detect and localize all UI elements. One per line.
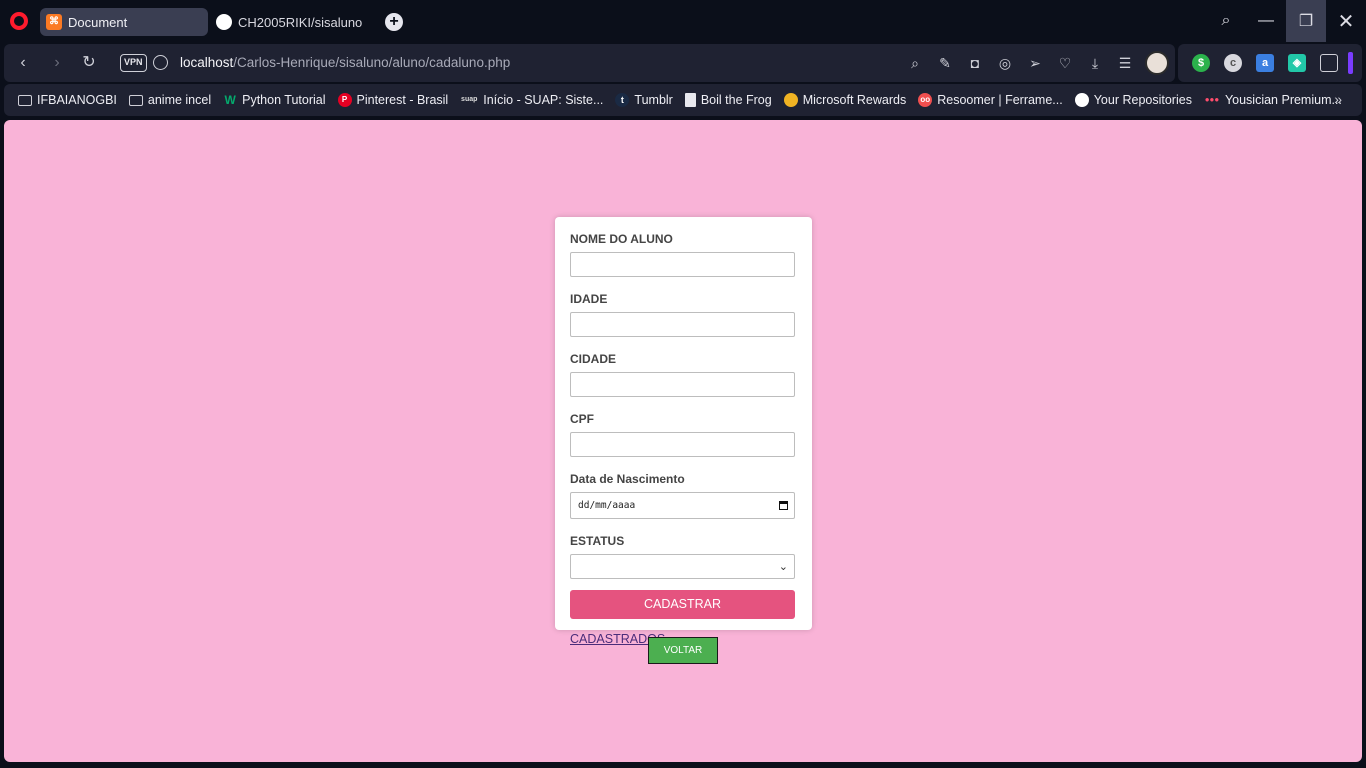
folder-icon: [128, 94, 143, 106]
folder-icon: [18, 94, 32, 106]
nascimento-label: Data de Nascimento: [570, 472, 685, 486]
suap-icon: suap: [461, 96, 478, 103]
bookmark-label: anime incel: [147, 93, 212, 107]
bookmark-your-repositories[interactable]: Your Repositories: [1074, 93, 1192, 107]
github-icon: [216, 14, 232, 30]
status-label: ESTATUS: [570, 534, 625, 548]
cube-extension-icon[interactable]: [1320, 54, 1338, 72]
bookmark-yousician[interactable]: ●●● Yousician Premium...: [1204, 93, 1342, 107]
pinterest-icon: P: [337, 93, 352, 107]
tab-sisaluno[interactable]: CH2005RIKI/sisaluno: [210, 8, 370, 36]
url-host: localhost: [180, 55, 234, 70]
chevron-down-icon: ⌄: [778, 561, 788, 573]
opera-menu-icon[interactable]: [10, 12, 28, 30]
search-page-icon[interactable]: ⌕: [905, 52, 925, 74]
restore-button[interactable]: ❐: [1286, 0, 1326, 42]
vpn-badge[interactable]: VPN: [120, 54, 147, 72]
bookmark-pinterest[interactable]: P Pinterest - Brasil: [337, 93, 449, 107]
cidade-input[interactable]: [570, 372, 795, 397]
send-icon[interactable]: ➢: [1025, 52, 1045, 74]
github-icon: [1074, 93, 1089, 107]
bookmark-label: Tumblr: [634, 93, 673, 107]
address-bar-row: ‹ › ↻ VPN localhost/Carlos-Henrique/sisa…: [4, 44, 1175, 82]
address-actions: ⌕ ✎ ◘ ◎ ➢ ♡ ⤓ ☰: [905, 51, 1169, 75]
status-select[interactable]: ⌄: [570, 554, 795, 579]
bookmark-label: Microsoft Rewards: [802, 93, 907, 107]
medal-icon: [783, 93, 798, 107]
sidebar-toggle[interactable]: [1348, 52, 1353, 74]
url-field[interactable]: localhost/Carlos-Henrique/sisaluno/aluno…: [180, 55, 510, 70]
green-extension-icon[interactable]: ◈: [1288, 54, 1306, 72]
more-bookmarks-icon[interactable]: »: [1334, 91, 1342, 107]
xampp-icon: ⌘: [46, 14, 62, 30]
tumblr-icon: t: [615, 93, 630, 107]
w3schools-icon: W: [224, 93, 236, 107]
tab-strip: ⌘ Document CH2005RIKI/sisaluno + ⌕ — ❐ ✕: [0, 0, 1366, 43]
nome-label: NOME DO ALUNO: [570, 232, 673, 246]
extensions-bar: $ c a ◈: [1178, 44, 1362, 82]
cpf-input[interactable]: [570, 432, 795, 457]
grey-extension-icon[interactable]: c: [1224, 54, 1242, 72]
bookmark-label: Python Tutorial: [242, 93, 326, 107]
bookmark-label: Your Repositories: [1093, 93, 1192, 107]
forward-arrow-icon[interactable]: ›: [46, 52, 68, 74]
url-path: /Carlos-Henrique/sisaluno/aluno/cadaluno…: [233, 55, 511, 70]
bookmark-label: Início - SUAP: Siste...: [483, 93, 604, 107]
yousician-icon: ●●●: [1204, 95, 1220, 104]
bookmarks-bar: IFBAIANOGBI anime incel W Python Tutorial…: [4, 84, 1362, 116]
nascimento-date-input[interactable]: dd/mm/aaaa: [570, 492, 795, 519]
bookmark-microsoft-rewards[interactable]: Microsoft Rewards: [783, 93, 907, 107]
tab-document[interactable]: ⌘ Document: [40, 8, 208, 36]
cidade-label: CIDADE: [570, 352, 617, 366]
bookmark-label: Yousician Premium...: [1224, 93, 1342, 107]
bookmark-resoomer[interactable]: oo Resoomer | Ferrame...: [918, 93, 1063, 107]
tab-search-icon[interactable]: ⌕: [1206, 0, 1246, 42]
calendar-icon[interactable]: [779, 501, 788, 510]
bookmark-boil-the-frog[interactable]: Boil the Frog: [684, 93, 772, 107]
shield-icon[interactable]: ◎: [995, 52, 1015, 74]
student-form: NOME DO ALUNO IDADE CIDADE CPF Data de N…: [555, 217, 812, 646]
bookmark-label: Resoomer | Ferrame...: [937, 93, 1063, 107]
idade-input[interactable]: [570, 312, 795, 337]
bookmark-label: Pinterest - Brasil: [356, 93, 449, 107]
back-arrow-icon[interactable]: ‹: [12, 52, 34, 74]
bookmark-suap[interactable]: suap Início - SUAP: Siste...: [460, 93, 603, 107]
nome-input[interactable]: [570, 252, 795, 277]
share-icon[interactable]: ✎: [935, 52, 955, 74]
document-icon: [684, 93, 696, 107]
tab-title: CH2005RIKI/sisaluno: [238, 14, 363, 30]
camera-icon[interactable]: ◘: [965, 52, 985, 74]
minimize-button[interactable]: —: [1246, 0, 1286, 42]
bookmark-label: IFBAIANOGBI: [37, 93, 117, 107]
bookmark-label: Boil the Frog: [700, 93, 772, 107]
bookmark-anime-incel[interactable]: anime incel: [128, 93, 212, 107]
easy-setup-icon[interactable]: ☰: [1115, 52, 1135, 74]
resoomer-icon: oo: [918, 93, 933, 107]
globe-icon[interactable]: [153, 55, 168, 70]
page-viewport: NOME DO ALUNO IDADE CIDADE CPF Data de N…: [4, 120, 1362, 762]
bookmark-python-tutorial[interactable]: W Python Tutorial: [223, 93, 325, 107]
tab-title: Document: [68, 14, 128, 30]
translate-extension-icon[interactable]: a: [1256, 54, 1274, 72]
new-tab-button[interactable]: +: [385, 13, 403, 31]
cpf-label: CPF: [570, 412, 594, 426]
close-window-button[interactable]: ✕: [1326, 0, 1366, 42]
bookmark-ifbaianogbi[interactable]: IFBAIANOGBI: [18, 93, 117, 107]
bookmark-tumblr[interactable]: t Tumblr: [615, 93, 673, 107]
download-icon[interactable]: ⤓: [1085, 52, 1105, 74]
date-placeholder: dd/mm/aaaa: [578, 500, 636, 511]
money-extension-icon[interactable]: $: [1192, 54, 1210, 72]
reload-icon[interactable]: ↻: [78, 52, 100, 74]
voltar-button[interactable]: VOLTAR: [648, 637, 718, 664]
heart-icon[interactable]: ♡: [1055, 52, 1075, 74]
cadastrar-button[interactable]: CADASTRAR: [570, 590, 795, 619]
idade-label: IDADE: [570, 292, 608, 306]
profile-avatar[interactable]: [1145, 51, 1169, 75]
